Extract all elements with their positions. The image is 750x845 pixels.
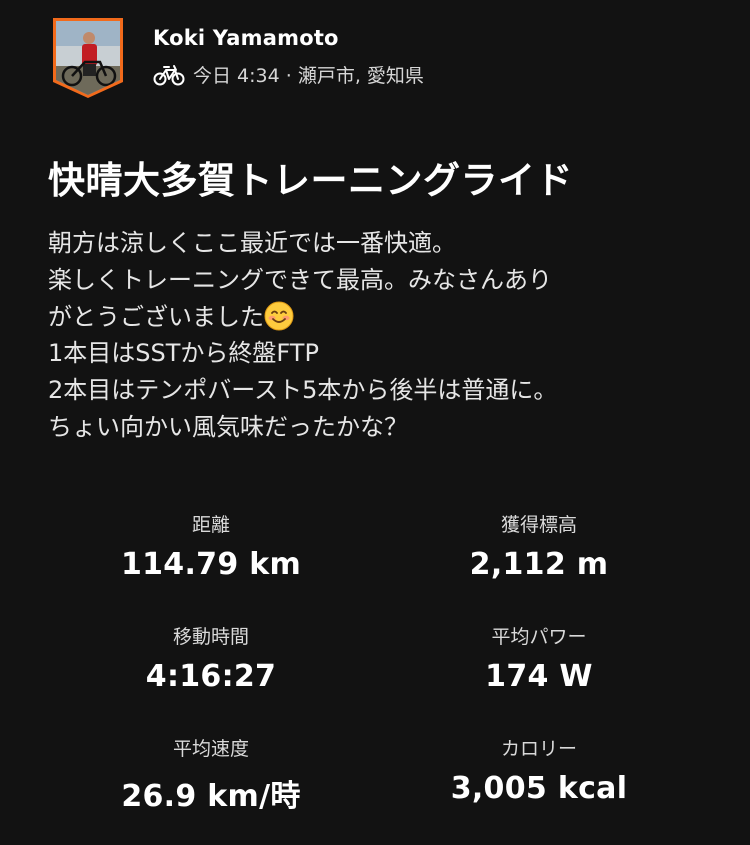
stat-label: 移動時間 [172, 626, 249, 648]
stat-value: 26.9 km/時 [121, 779, 301, 814]
stat-label: 平均速度 [172, 738, 249, 760]
description-line: 楽しくトレーニングできて最高。みなさんあり [48, 265, 552, 294]
stat-avg-power: 平均パワー 174 W [389, 622, 689, 694]
activity-description: 朝方は涼しくここ最近では一番快適。 楽しくトレーニングできて最高。みなさんあり … [48, 225, 708, 446]
stat-value: 2,112 m [469, 547, 609, 582]
stat-label: 平均パワー [491, 626, 587, 648]
stat-label: 距離 [191, 514, 230, 536]
activity-header: Koki Yamamoto 今日 4:34 · 瀬戸市, 愛知県 [52, 18, 424, 98]
stat-value: 174 W [485, 659, 593, 694]
activity-time-location: 今日 4:34 · 瀬戸市, 愛知県 [193, 65, 424, 87]
smiling-face-emoji-icon [264, 301, 294, 331]
description-line: ちょい向かい風気味だったかな？ [48, 412, 408, 441]
stat-moving-time: 移動時間 4:16:27 [61, 622, 361, 694]
stat-elevation: 獲得標高 2,112 m [389, 510, 689, 582]
stat-label: 獲得標高 [500, 514, 577, 536]
stat-label: カロリー [500, 738, 577, 760]
bicycle-icon [153, 64, 185, 85]
stat-value: 114.79 km [120, 547, 302, 582]
stat-calories: カロリー 3,005 kcal [389, 734, 689, 806]
stat-distance: 距離 114.79 km [61, 510, 361, 582]
description-line: 1本目はSSTから終盤FTP [48, 339, 319, 368]
activity-title: 快晴大多賀トレーニングライド [48, 159, 573, 202]
stat-avg-speed: 平均速度 26.9 km/時 [61, 734, 361, 815]
description-line: 朝方は涼しくここ最近では一番快適。 [48, 229, 456, 257]
stat-value: 4:16:27 [145, 659, 277, 694]
athlete-name[interactable]: Koki Yamamoto [153, 26, 424, 50]
avatar[interactable] [52, 18, 124, 98]
description-line: がとうございました [48, 302, 264, 331]
description-line: 2本目はテンポバースト5本から後半は普通に。 [48, 376, 558, 405]
stat-value: 3,005 kcal [450, 771, 628, 806]
